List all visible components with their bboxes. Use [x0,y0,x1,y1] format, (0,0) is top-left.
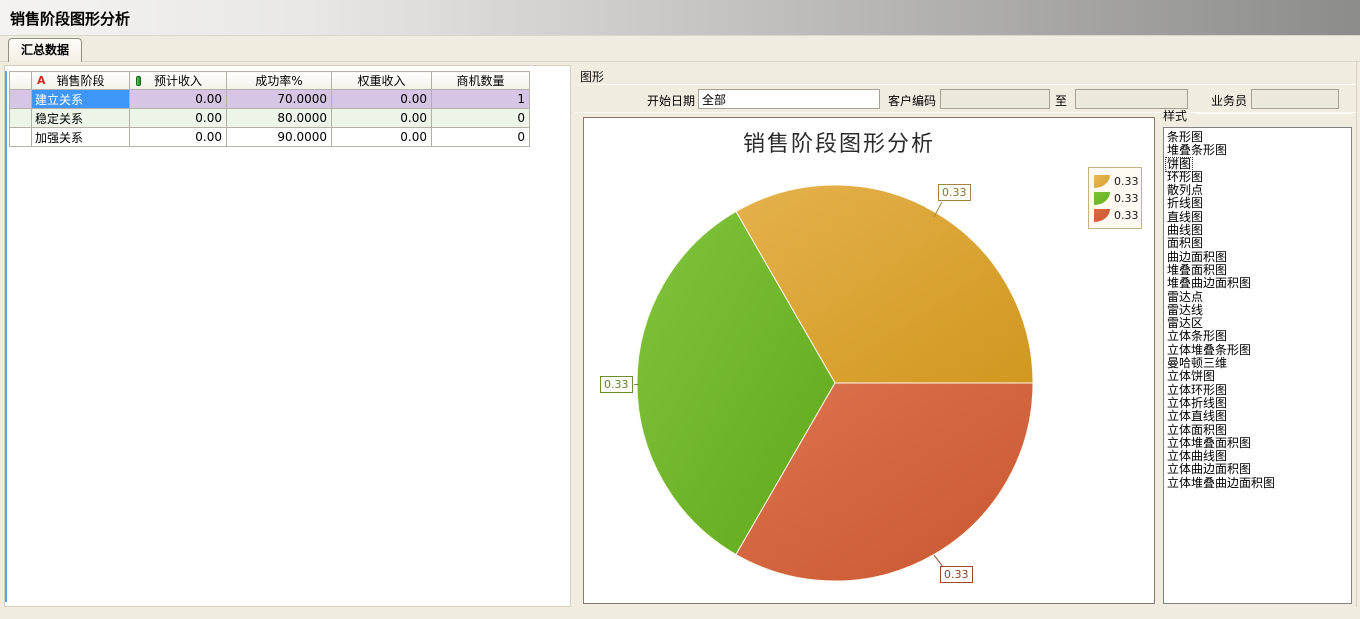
column-header-weighted-label: 权重收入 [357,74,405,88]
legend-swatch-green-icon [1094,192,1110,205]
cell-stage[interactable]: 建立关系 [32,90,130,109]
style-item-selected[interactable]: 饼图 [1166,158,1351,171]
row-indicator-cell[interactable] [10,128,32,147]
style-item[interactable]: 雷达线 [1166,304,1351,317]
salesman-label: 业务员 [1205,92,1247,109]
salesman-input[interactable] [1251,89,1339,109]
table-header-row: A 销售阶段 预计收入 成功率% 权重收入 商机数量 [10,72,530,90]
cell-expected[interactable]: 0.00 [130,128,227,147]
column-header-expected-label: 预计收入 [154,74,202,88]
divider [1196,113,1352,114]
chart-legend: 0.33 0.33 0.33 [1088,167,1142,229]
style-item[interactable]: 堆叠条形图 [1166,144,1351,157]
cell-rate[interactable]: 70.0000 [227,90,332,109]
style-item[interactable]: 堆叠面积图 [1166,264,1351,277]
column-header-stage[interactable]: A 销售阶段 [32,72,130,90]
sales-stage-table: A 销售阶段 预计收入 成功率% 权重收入 商机数量 建立关系 0.00 70.… [9,71,530,147]
style-item[interactable]: 立体堆叠条形图 [1166,344,1351,357]
column-header-rate[interactable]: 成功率% [227,72,332,90]
cell-weighted[interactable]: 0.00 [332,128,432,147]
column-header-rate-label: 成功率% [255,74,302,88]
slice-value-label: 0.33 [940,566,973,583]
legend-entry: 0.33 [1094,173,1141,189]
row-indicator-cell[interactable] [10,109,32,128]
column-header-expected[interactable]: 预计收入 [130,72,227,90]
style-item[interactable]: 立体环形图 [1166,384,1351,397]
panel-right-border [1356,62,1357,607]
style-group-label: 样式 [1163,107,1187,124]
tab-strip: 汇总数据 [0,36,1360,62]
customer-code-to-input[interactable] [1075,89,1188,109]
header-indicator-cell [10,72,32,90]
style-item[interactable]: 立体条形图 [1166,330,1351,343]
style-item[interactable]: 直线图 [1166,211,1351,224]
cell-rate[interactable]: 90.0000 [227,128,332,147]
legend-swatch-orange-icon [1094,175,1110,188]
style-item[interactable]: 面积图 [1166,237,1351,250]
legend-swatch-red-icon [1094,209,1110,222]
window-title-bar: 销售阶段图形分析 [0,0,1360,36]
graph-group-label: 图形 [580,68,604,85]
start-date-input[interactable] [698,89,880,109]
legend-entry: 0.33 [1094,207,1141,223]
divider [575,84,1357,85]
column-header-stage-label: 销售阶段 [56,74,104,88]
page-title: 销售阶段图形分析 [10,8,130,29]
style-item[interactable]: 立体饼图 [1166,370,1351,383]
chart-style-list[interactable]: 条形图 堆叠条形图 饼图 环形图 散列点 折线图 直线图 曲线图 面积图 曲边面… [1163,127,1352,604]
table-row: 稳定关系 0.00 80.0000 0.00 0 [10,109,530,128]
to-label: 至 [1052,92,1070,109]
numeric-field-icon [136,76,141,86]
style-item[interactable]: 折线图 [1166,197,1351,210]
legend-value: 0.33 [1114,209,1139,222]
style-item[interactable]: 曲边面积图 [1166,251,1351,264]
start-date-label: 开始日期 [635,92,695,109]
grid-left-highlight [5,71,7,602]
tab-strip-divider [0,61,1360,62]
chart-area: 销售阶段图形分析 0.33 0.33 0.33 0.33 0.33 [583,117,1155,604]
cell-stage[interactable]: 稳定关系 [32,109,130,128]
tab-label: 汇总数据 [21,43,69,57]
legend-value: 0.33 [1114,192,1139,205]
column-header-weighted[interactable]: 权重收入 [332,72,432,90]
style-item[interactable]: 立体曲边面积图 [1166,463,1351,476]
pie-chart [584,118,1154,603]
style-item[interactable]: 曲线图 [1166,224,1351,237]
style-item[interactable]: 条形图 [1166,131,1351,144]
legend-value: 0.33 [1114,175,1139,188]
slice-value-label: 0.33 [938,184,971,201]
style-item[interactable]: 雷达点 [1166,291,1351,304]
style-item[interactable]: 立体直线图 [1166,410,1351,423]
cell-rate[interactable]: 80.0000 [227,109,332,128]
table-row: 加强关系 0.00 90.0000 0.00 0 [10,128,530,147]
customer-code-input[interactable] [940,89,1050,109]
cell-count[interactable]: 0 [432,128,530,147]
tab-summary-data[interactable]: 汇总数据 [8,38,82,62]
column-header-count-label: 商机数量 [456,74,504,88]
cell-weighted[interactable]: 0.00 [332,90,432,109]
customer-code-label: 客户编码 [880,92,936,109]
cell-expected[interactable]: 0.00 [130,109,227,128]
slice-value-label: 0.33 [600,376,633,393]
style-item[interactable]: 立体面积图 [1166,424,1351,437]
legend-entry: 0.33 [1094,190,1141,206]
style-item[interactable]: 堆叠曲边面积图 [1166,277,1351,290]
cell-count[interactable]: 1 [432,90,530,109]
column-header-count[interactable]: 商机数量 [432,72,530,90]
row-indicator-cell[interactable] [10,90,32,109]
text-field-icon: A [37,74,46,87]
table-row: 建立关系 0.00 70.0000 0.00 1 [10,90,530,109]
cell-stage[interactable]: 加强关系 [32,128,130,147]
cell-count[interactable]: 0 [432,109,530,128]
cell-weighted[interactable]: 0.00 [332,109,432,128]
style-item[interactable]: 立体堆叠曲边面积图 [1166,477,1351,490]
cell-expected[interactable]: 0.00 [130,90,227,109]
